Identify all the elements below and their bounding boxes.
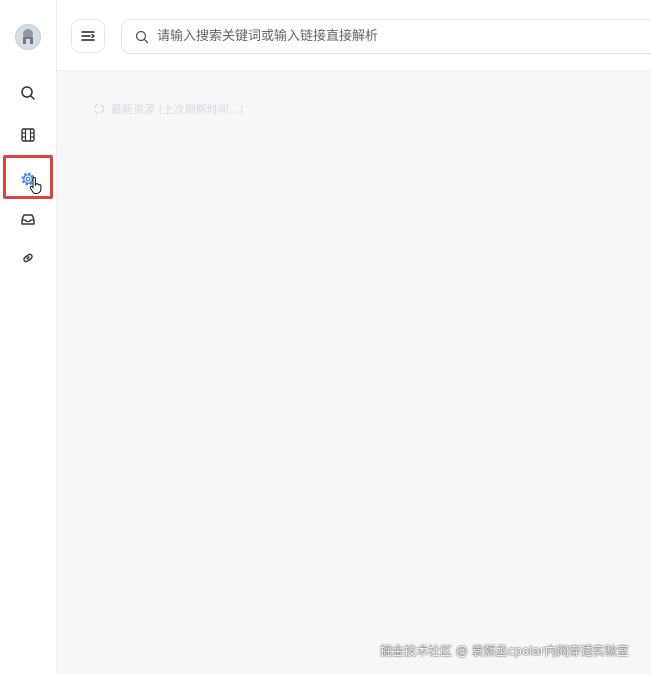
top-header	[57, 0, 651, 71]
menu-icon	[81, 31, 95, 41]
film-icon	[21, 128, 35, 142]
sidebar-item-link[interactable]	[14, 244, 42, 272]
sidebar-item-film[interactable]	[14, 121, 42, 149]
search-bar[interactable]	[121, 19, 651, 54]
refresh-status: 最新资源 (上次刷新时间...)	[93, 101, 244, 117]
sidebar-item-search[interactable]	[14, 79, 42, 107]
sidebar	[0, 0, 57, 674]
search-input[interactable]	[157, 20, 637, 53]
app-logo	[15, 24, 41, 50]
watermark-text: 掘金技术社区 @ 袁熙丞cpolar内网穿透实验室	[380, 644, 629, 658]
hand-cursor-icon	[29, 177, 42, 194]
menu-toggle-button[interactable]	[71, 19, 105, 53]
search-icon	[135, 30, 149, 44]
inbox-icon	[21, 214, 35, 225]
loading-spinner-icon	[93, 103, 105, 115]
sidebar-item-inbox[interactable]	[14, 205, 42, 233]
link-icon	[23, 253, 33, 263]
selection-highlight	[3, 155, 53, 199]
search-icon	[21, 86, 35, 100]
refresh-status-text: 最新资源 (上次刷新时间...)	[111, 103, 244, 116]
